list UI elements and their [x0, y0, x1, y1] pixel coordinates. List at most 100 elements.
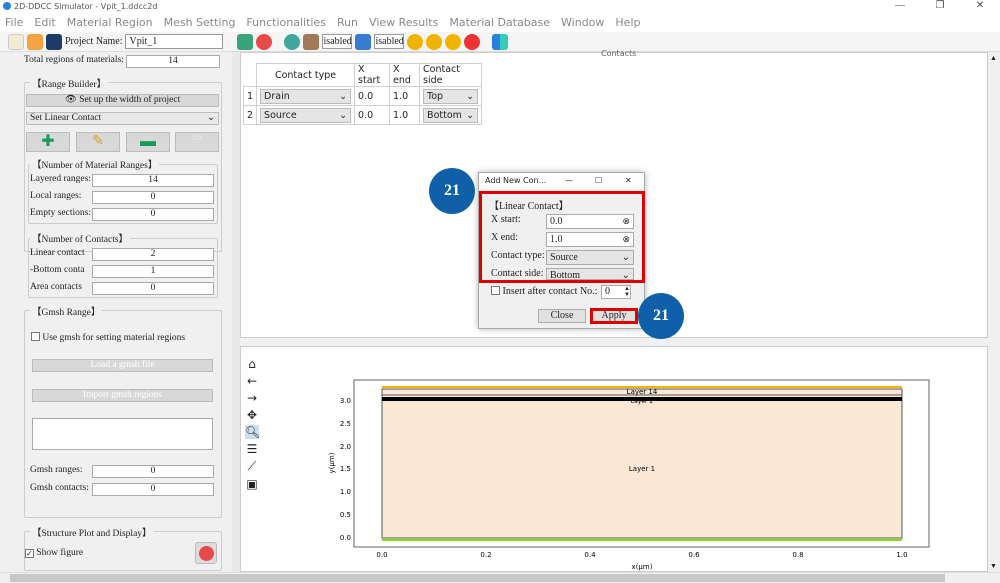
menu-file[interactable]: File	[0, 14, 29, 32]
contact-mode-select[interactable]: Set Linear Contact ⌄	[26, 112, 219, 125]
edit-range-button[interactable]: ✎	[76, 132, 120, 152]
clear-icon[interactable]: ⊗	[622, 215, 630, 228]
gmsh-ranges-label: Gmsh ranges:	[30, 465, 83, 475]
gmsh-contacts-label: Gmsh contacts:	[30, 483, 89, 493]
dialog-close-button[interactable]: ✕	[625, 176, 632, 185]
row-number: 2	[242, 105, 258, 125]
load-gmsh-button[interactable]: Load a gmsh file	[32, 359, 213, 372]
vertical-scrollbar[interactable]: ▲ ▼	[988, 52, 1000, 572]
mesh-settings-icon[interactable]	[284, 33, 301, 50]
x-tick: 0.4	[584, 551, 596, 559]
total-regions-field[interactable]: 14	[126, 55, 220, 68]
contact-type-select[interactable]: Source ⌄	[260, 107, 352, 123]
insert-after-spinbox[interactable]: 0 ▲ ▼	[601, 285, 631, 299]
minimize-button[interactable]: —	[880, 0, 920, 11]
menu-edit[interactable]: Edit	[29, 14, 61, 32]
option-select-1[interactable]: isabled	[322, 34, 353, 49]
col-x-end: X end	[389, 63, 421, 87]
import-gmsh-button[interactable]: Import gmsh regions	[32, 389, 213, 402]
refresh-plot-button[interactable]	[195, 542, 217, 564]
option-select-2[interactable]: isabled	[374, 34, 405, 49]
x-start-cell[interactable]: 0.0	[354, 105, 391, 125]
menu-material-region[interactable]: Material Region	[62, 14, 159, 32]
contact-side-select[interactable]: Bottom ⌄	[423, 107, 479, 123]
x-start-input[interactable]: 0.0 ⊗	[546, 214, 634, 229]
x-end-input[interactable]: 1.0 ⊗	[546, 232, 634, 247]
y-tick: 0.0	[340, 534, 351, 542]
structure-plot: Layer 14 Layer 2 Layer 1 0.0 0.2 0.4 0.6…	[328, 379, 930, 571]
gmsh-ranges-field[interactable]: 0	[92, 465, 214, 478]
run-icon[interactable]	[407, 33, 424, 50]
contact-type-label: Contact type:	[491, 250, 545, 261]
list-icon[interactable]	[355, 33, 372, 50]
refresh-view-icon[interactable]	[237, 33, 254, 50]
remove-range-button[interactable]: ▬	[126, 132, 170, 152]
menu-window[interactable]: Window	[556, 14, 610, 32]
stop-icon[interactable]	[464, 33, 481, 50]
reset-icon[interactable]	[256, 33, 273, 50]
x-start-cell[interactable]: 0.0	[354, 86, 391, 106]
y-tick: 3.0	[340, 397, 351, 405]
contact-type-select[interactable]: Source ⌄	[546, 250, 634, 265]
open-folder-icon[interactable]	[27, 33, 43, 50]
horizontal-scrollbar[interactable]	[0, 572, 1000, 583]
local-ranges-field[interactable]: 0	[92, 191, 214, 204]
left-panel: Total regions of materials: 14 【Range Bui…	[20, 52, 226, 572]
menu-help[interactable]: Help	[610, 14, 646, 32]
dialog-minimize-button[interactable]: —	[565, 176, 573, 185]
project-name-input[interactable]: Vpit_1	[125, 34, 224, 49]
clear-icon[interactable]: ⊗	[622, 233, 630, 246]
setup-width-button[interactable]: 👁 Set up the width of project	[26, 94, 219, 107]
linear-contact-group-title: 【Linear Contact】	[489, 201, 569, 212]
layer-2-label: Layer 2	[631, 398, 654, 405]
pillars-icon[interactable]	[303, 33, 320, 50]
run-all-icon[interactable]	[426, 33, 443, 50]
menu-mesh-setting[interactable]: Mesh Setting	[159, 14, 242, 32]
x-tick: 0.6	[688, 551, 700, 559]
clear-range-button[interactable]: ▭	[175, 132, 219, 152]
contact-side-select[interactable]: Bottom ⌄	[546, 268, 634, 281]
apply-button[interactable]: Apply	[590, 308, 638, 324]
menu-functionalities[interactable]: Functionalities	[241, 14, 332, 32]
y-tick: 1.5	[340, 465, 351, 473]
layer-1-label: Layer 1	[629, 465, 655, 473]
dialog-title: Add New Con...	[485, 176, 547, 185]
empty-sections-field[interactable]: 0	[92, 208, 214, 221]
menu-view-results[interactable]: View Results	[364, 14, 444, 32]
area-contacts-field[interactable]: 0	[92, 282, 214, 295]
title-bar: 2D-DDCC Simulator - Vpit_1.ddcc2d	[0, 0, 1000, 14]
bottom-contact-field[interactable]: 1	[92, 265, 214, 278]
col-contact-type: Contact type	[256, 63, 356, 87]
layered-ranges-field[interactable]: 14	[92, 174, 214, 187]
maximize-button[interactable]: ❐	[920, 0, 960, 11]
row-number: 1	[242, 86, 258, 106]
x-axis-label: x(μm)	[632, 563, 653, 571]
x-end-cell[interactable]: 1.0	[389, 86, 421, 106]
insert-after-checkbox[interactable]: Insert after contact No.:	[491, 286, 597, 297]
chart-icon[interactable]	[492, 33, 509, 50]
refresh-icon	[199, 546, 214, 561]
save-icon[interactable]	[46, 33, 62, 50]
x-tick: 0.8	[792, 551, 803, 559]
linear-contact-field[interactable]: 2	[92, 248, 214, 261]
plot-panel: ⌂ ← → ✥ 🔍︎ ☰ ⟋ ▣ Layer 14 Layer 2 Layer 1 0.0 0…	[240, 346, 988, 572]
table-row[interactable]: 1 Drain ⌄ 0.0 1.0 Top ⌄	[242, 86, 483, 106]
close-button[interactable]: Close	[538, 309, 586, 323]
splitter-handle[interactable]	[232, 52, 240, 572]
contact-side-select[interactable]: Top ⌄	[423, 88, 479, 104]
menu-run[interactable]: Run	[332, 14, 364, 32]
x-end-cell[interactable]: 1.0	[389, 105, 421, 125]
show-figure-checkbox[interactable]: ✓ Show figure	[25, 548, 83, 558]
run-batch-icon[interactable]	[445, 33, 462, 50]
layer-1-region	[381, 388, 903, 539]
new-file-icon[interactable]	[8, 33, 24, 50]
add-range-button[interactable]: ✚	[26, 132, 70, 152]
menu-material-database[interactable]: Material Database	[444, 14, 556, 32]
table-row[interactable]: 2 Source ⌄ 0.0 1.0 Bottom ⌄	[242, 105, 483, 125]
close-button[interactable]: ✕	[960, 0, 1000, 11]
gmsh-contacts-field[interactable]: 0	[92, 483, 214, 496]
dialog-maximize-button[interactable]: ☐	[595, 176, 602, 185]
contact-side-label: Contact side:	[491, 268, 544, 279]
gmsh-checkbox[interactable]: Use gmsh for setting material regions	[31, 332, 185, 343]
contact-type-select[interactable]: Drain ⌄	[260, 88, 352, 104]
